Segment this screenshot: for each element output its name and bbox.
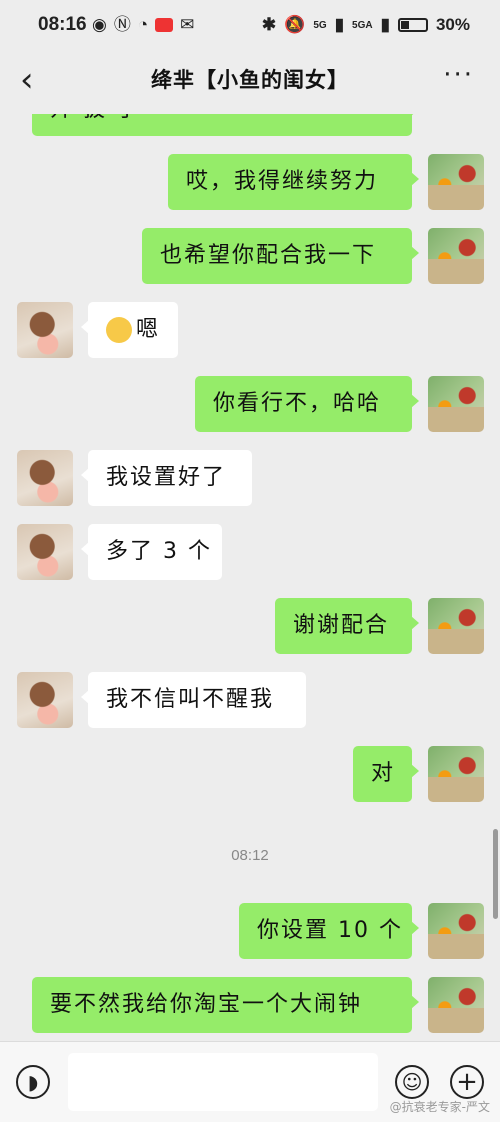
message-text: 也希望你配合我一下 bbox=[160, 243, 377, 268]
battery-icon bbox=[397, 18, 428, 32]
watermark: @抗衰老专家-严文 bbox=[389, 1100, 490, 1114]
message-bubble[interactable]: 你设置 10 个 bbox=[239, 903, 419, 959]
eye-icon: ◉ bbox=[92, 15, 107, 34]
nfc-icon: Ⓝ bbox=[113, 15, 131, 34]
scrollbar[interactable] bbox=[493, 829, 498, 919]
message-timestamp: 08:12 bbox=[231, 847, 269, 864]
message-bubble[interactable]: 要不然我给你淘宝一个大闹钟 bbox=[32, 977, 419, 1033]
message-bubble[interactable]: 我不信叫不醒我 bbox=[81, 672, 306, 728]
status-bar: 08:16 ◉ Ⓝ ◔ ✉ ✱ 🔕 5G ▮ 5GA ▮ 30% bbox=[0, 0, 500, 52]
signal-bars-icon: ▮ bbox=[380, 15, 390, 34]
message-input[interactable] bbox=[68, 1053, 378, 1111]
my-avatar[interactable] bbox=[428, 746, 484, 802]
message-text: 嗯 bbox=[135, 317, 160, 342]
message-text: 开 拔 了 bbox=[50, 114, 140, 124]
signal-5ga: 5GA bbox=[352, 19, 373, 31]
plus-icon[interactable]: + bbox=[450, 1065, 484, 1099]
wechat-icon: ✉ bbox=[180, 15, 195, 34]
contact-avatar[interactable] bbox=[17, 302, 73, 358]
app-icon: ◔ bbox=[137, 15, 149, 34]
message-text: 你看行不，哈哈 bbox=[213, 391, 382, 416]
message-bubble[interactable]: 谢谢配合 bbox=[275, 598, 419, 654]
my-avatar[interactable] bbox=[428, 598, 484, 654]
mute-icon: 🔕 bbox=[284, 15, 306, 34]
signal-bars-icon: ▮ bbox=[334, 15, 345, 34]
message-bubble[interactable]: 哎，我得继续努力 bbox=[168, 154, 419, 210]
chat-title: 绛芈【小鱼的闺女】 bbox=[151, 68, 349, 92]
message-text: 你设置 10 个 bbox=[257, 918, 403, 943]
message-bubble[interactable]: 也希望你配合我一下 bbox=[142, 228, 419, 284]
battery-percent: 30% bbox=[435, 15, 470, 34]
message-bubble[interactable]: 嗯 bbox=[81, 302, 178, 358]
my-avatar[interactable] bbox=[428, 154, 484, 210]
message-text: 我不信叫不醒我 bbox=[106, 687, 275, 712]
my-avatar[interactable] bbox=[428, 228, 484, 284]
message-bubble[interactable]: 你看行不，哈哈 bbox=[195, 376, 419, 432]
message-bubble[interactable]: 我设置好了 bbox=[81, 450, 252, 506]
crying-laughing-emoji-icon bbox=[106, 317, 132, 343]
bluetooth-icon: ✱ bbox=[261, 15, 277, 34]
signal-5g: 5G bbox=[313, 19, 327, 31]
my-avatar[interactable] bbox=[428, 903, 484, 959]
message-text: 要不然我给你淘宝一个大闹钟 bbox=[50, 992, 363, 1017]
voice-icon[interactable]: ◗ bbox=[16, 1065, 50, 1099]
status-icons-right: ✱ 🔕 5G ▮ 5GA ▮ 30% bbox=[262, 15, 470, 35]
more-horizontal-icon[interactable]: ··· bbox=[443, 60, 474, 90]
message-bubble[interactable]: 多了 3 个 bbox=[81, 524, 222, 580]
status-icons-left: ◉ Ⓝ ◔ ✉ bbox=[92, 15, 194, 35]
smiley-icon[interactable]: ☺ bbox=[395, 1065, 429, 1099]
chat-area[interactable]: 开 拔 了 哎，我得继续努力 也希望你配合我一下 嗯 你看行不，哈哈 我设置好了… bbox=[0, 114, 500, 1041]
my-avatar[interactable] bbox=[428, 376, 484, 432]
contact-avatar[interactable] bbox=[17, 524, 73, 580]
message-text: 多了 3 个 bbox=[106, 539, 212, 564]
notification-icon bbox=[155, 18, 174, 32]
message-bubble[interactable]: 对 bbox=[353, 746, 419, 802]
message-text: 谢谢配合 bbox=[293, 613, 390, 638]
message-text: 哎，我得继续努力 bbox=[186, 169, 379, 194]
message-text: 我设置好了 bbox=[106, 465, 227, 490]
contact-avatar[interactable] bbox=[17, 450, 73, 506]
my-avatar[interactable] bbox=[428, 977, 484, 1033]
contact-avatar[interactable] bbox=[17, 672, 73, 728]
chat-header: ‹ 绛芈【小鱼的闺女】 ··· bbox=[0, 52, 500, 114]
status-time: 08:16 bbox=[38, 14, 87, 35]
message-text: 对 bbox=[371, 761, 396, 786]
message-bubble[interactable]: 开 拔 了 bbox=[32, 114, 419, 136]
